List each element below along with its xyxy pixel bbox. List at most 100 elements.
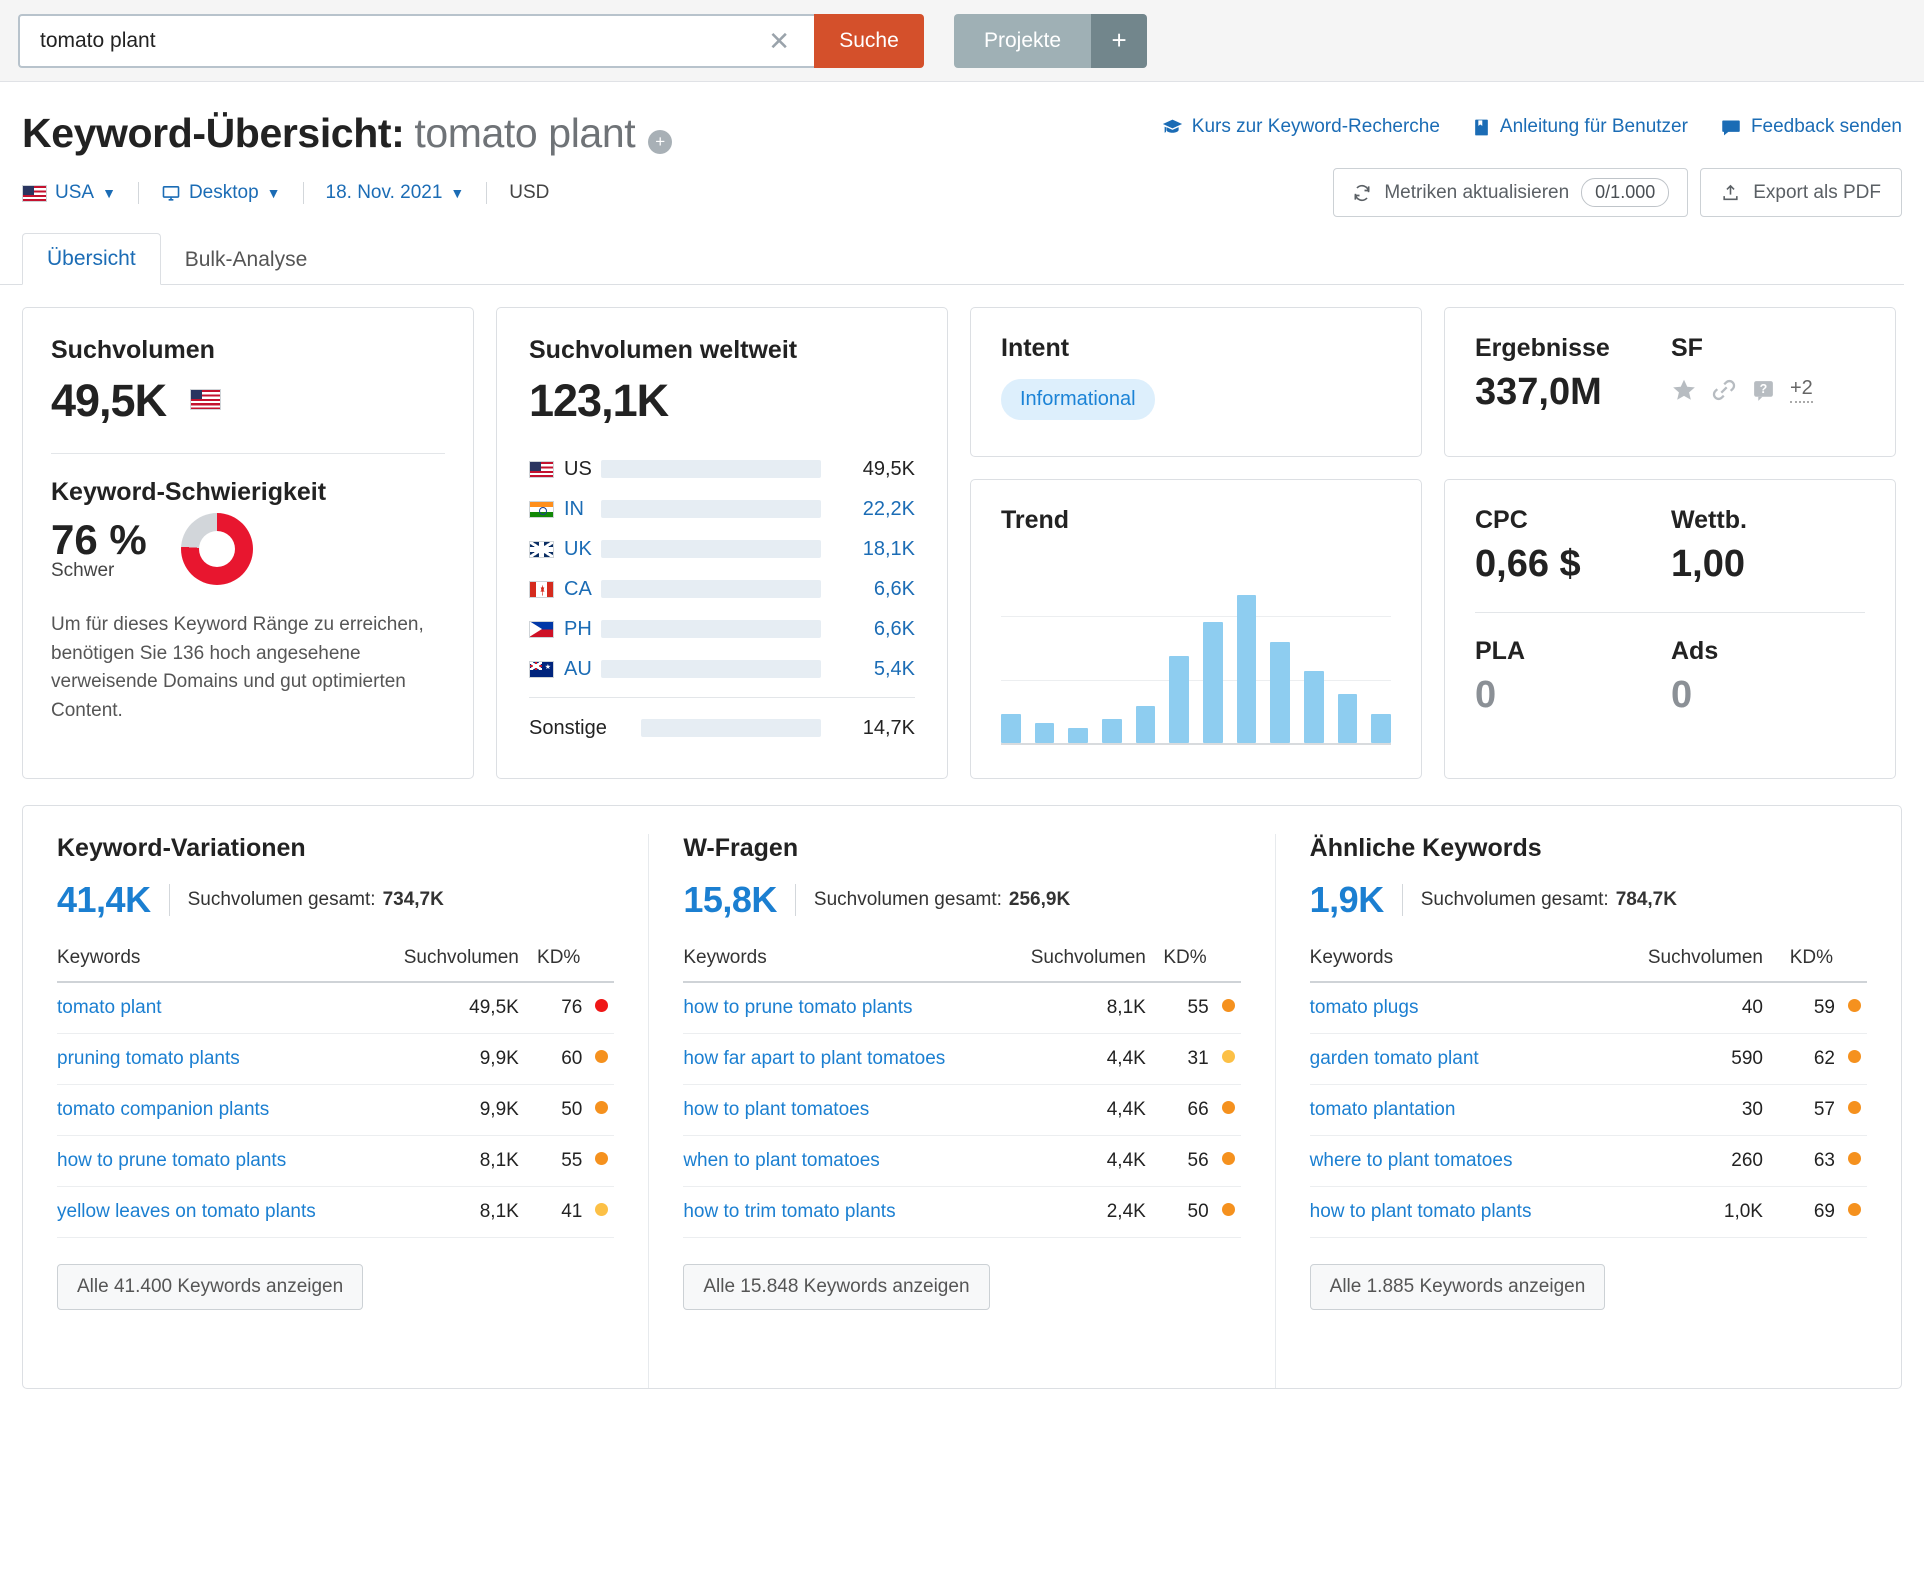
- keyword-link[interactable]: how to trim tomato plants: [683, 1201, 895, 1222]
- device-selector[interactable]: Desktop ▼: [161, 182, 303, 204]
- intent-badge[interactable]: Informational: [1001, 379, 1155, 420]
- column-header-keywords[interactable]: Keywords: [683, 947, 1005, 983]
- worldwide-volume-card: Suchvolumen weltweit 123,1K US 49,5K IN …: [496, 307, 948, 779]
- close-icon[interactable]: ✕: [758, 28, 800, 54]
- volume-bar-track: [601, 540, 821, 558]
- column-header-kd[interactable]: KD%: [518, 947, 615, 983]
- keyword-cell[interactable]: tomato plantation: [1309, 1084, 1609, 1136]
- table-row[interactable]: where to plant tomatoes 260 63: [1309, 1135, 1867, 1187]
- keyword-link[interactable]: garden tomato plant: [1310, 1048, 1479, 1069]
- column-header-keywords[interactable]: Keywords: [1309, 947, 1609, 983]
- country-selector[interactable]: USA ▼: [22, 182, 138, 204]
- keyword-cell[interactable]: tomato companion plants: [57, 1084, 377, 1136]
- keyword-difficulty-row: 76 % Schwer: [51, 513, 445, 585]
- keyword-link[interactable]: where to plant tomatoes: [1310, 1150, 1513, 1171]
- table-row[interactable]: how far apart to plant tomatoes 4,4K 31: [683, 1033, 1241, 1085]
- search-input[interactable]: [40, 28, 759, 53]
- refresh-metrics-button[interactable]: Metriken aktualisieren 0/1.000: [1333, 168, 1689, 217]
- keyword-cell[interactable]: how to plant tomato plants: [1309, 1186, 1609, 1238]
- table-row[interactable]: yellow leaves on tomato plants 8,1K 41: [57, 1186, 615, 1238]
- table-row[interactable]: how to prune tomato plants 8,1K 55: [683, 982, 1241, 1034]
- country-volume-row[interactable]: UK 18,1K: [529, 529, 915, 569]
- similar-keywords-table: Keywords Suchvolumen KD% tomato plugs 40…: [1309, 947, 1867, 1238]
- add-keyword-icon[interactable]: +: [648, 130, 673, 154]
- flag-us-icon: [189, 389, 221, 410]
- help-link-feedback[interactable]: Feedback senden: [1720, 116, 1902, 138]
- keyword-cell[interactable]: how to trim tomato plants: [683, 1186, 1005, 1238]
- column-header-volume[interactable]: Suchvolumen: [1608, 947, 1763, 983]
- column-header-volume[interactable]: Suchvolumen: [1004, 947, 1146, 983]
- date-selector[interactable]: 18. Nov. 2021 ▼: [326, 182, 487, 204]
- keyword-link[interactable]: how to prune tomato plants: [57, 1150, 286, 1171]
- table-row[interactable]: garden tomato plant 590 62: [1309, 1033, 1867, 1085]
- keyword-cell[interactable]: tomato plant: [57, 982, 377, 1034]
- table-header-row: Keywords Suchvolumen KD%: [683, 947, 1241, 983]
- tab-bulk-analyse[interactable]: Bulk-Analyse: [161, 235, 332, 285]
- keyword-cell[interactable]: where to plant tomatoes: [1309, 1135, 1609, 1187]
- keyword-link[interactable]: how to prune tomato plants: [683, 997, 912, 1018]
- book-icon: [1472, 117, 1491, 138]
- keyword-cell[interactable]: when to plant tomatoes: [683, 1135, 1005, 1187]
- country-volume-row[interactable]: AU 5,4K: [529, 649, 915, 689]
- table-row[interactable]: how to trim tomato plants 2,4K 50: [683, 1186, 1241, 1238]
- keyword-link[interactable]: how far apart to plant tomatoes: [683, 1048, 945, 1069]
- country-volume-row[interactable]: IN 22,2K: [529, 489, 915, 529]
- keyword-cell[interactable]: how far apart to plant tomatoes: [683, 1033, 1005, 1085]
- sf-more-button[interactable]: +2: [1790, 377, 1813, 403]
- similar-keywords-show-all-button[interactable]: Alle 1.885 Keywords anzeigen: [1309, 1264, 1606, 1310]
- keyword-link[interactable]: how to plant tomato plants: [1310, 1201, 1532, 1222]
- keyword-cell[interactable]: how to prune tomato plants: [683, 982, 1005, 1034]
- table-row[interactable]: pruning tomato plants 9,9K 60: [57, 1033, 615, 1085]
- keyword-link[interactable]: when to plant tomatoes: [683, 1150, 879, 1171]
- keyword-cell[interactable]: pruning tomato plants: [57, 1033, 377, 1085]
- link-icon[interactable]: [1711, 377, 1737, 403]
- keyword-link[interactable]: yellow leaves on tomato plants: [57, 1201, 316, 1222]
- projects-button[interactable]: Projekte: [954, 13, 1092, 68]
- keyword-variations-stats: 41,4K Suchvolumen gesamt: 734,7K: [57, 879, 614, 921]
- help-link-course[interactable]: Kurs zur Keyword-Recherche: [1162, 116, 1440, 138]
- table-row[interactable]: tomato plugs 40 59: [1309, 982, 1867, 1034]
- table-row[interactable]: how to prune tomato plants 8,1K 55: [57, 1135, 615, 1187]
- star-icon[interactable]: [1671, 377, 1697, 403]
- country-volume-row[interactable]: PH 6,6K: [529, 609, 915, 649]
- kd-status-dot: [595, 1152, 609, 1165]
- keyword-link[interactable]: tomato plant: [57, 997, 162, 1018]
- table-row[interactable]: tomato companion plants 9,9K 50: [57, 1084, 615, 1136]
- table-row[interactable]: tomato plantation 30 57: [1309, 1084, 1867, 1136]
- questions-show-all-button[interactable]: Alle 15.848 Keywords anzeigen: [683, 1264, 990, 1310]
- country-volume-value: 5,4K: [873, 657, 915, 680]
- country-volume-row[interactable]: US 49,5K: [529, 449, 915, 489]
- column-header-kd[interactable]: KD%: [1762, 947, 1867, 983]
- pla-label: PLA: [1475, 637, 1525, 665]
- table-row[interactable]: tomato plant 49,5K 76: [57, 982, 615, 1034]
- keyword-cell[interactable]: how to plant tomatoes: [683, 1084, 1005, 1136]
- keyword-cell[interactable]: how to prune tomato plants: [57, 1135, 377, 1187]
- table-row[interactable]: how to plant tomatoes 4,4K 66: [683, 1084, 1241, 1136]
- keyword-link[interactable]: how to plant tomatoes: [683, 1099, 869, 1120]
- keyword-link[interactable]: pruning tomato plants: [57, 1048, 240, 1069]
- keyword-variations-show-all-button[interactable]: Alle 41.400 Keywords anzeigen: [57, 1264, 364, 1310]
- table-row[interactable]: when to plant tomatoes 4,4K 56: [683, 1135, 1241, 1187]
- kd-cell: 41: [518, 1186, 615, 1238]
- question-bubble-icon[interactable]: ?: [1751, 378, 1776, 403]
- column-header-volume[interactable]: Suchvolumen: [376, 947, 519, 983]
- keyword-cell[interactable]: tomato plugs: [1309, 982, 1609, 1034]
- keyword-link[interactable]: tomato plantation: [1310, 1099, 1456, 1120]
- trend-bar: [1371, 714, 1392, 743]
- help-link-manual[interactable]: Anleitung für Benutzer: [1472, 116, 1688, 138]
- column-header-kd[interactable]: KD%: [1145, 947, 1241, 983]
- keyword-cell[interactable]: yellow leaves on tomato plants: [57, 1186, 377, 1238]
- keyword-link[interactable]: tomato plugs: [1310, 997, 1419, 1018]
- table-row[interactable]: how to plant tomato plants 1,0K 69: [1309, 1186, 1867, 1238]
- chevron-down-icon: ▼: [450, 185, 465, 201]
- keyword-link[interactable]: tomato companion plants: [57, 1099, 269, 1120]
- export-pdf-button[interactable]: Export als PDF: [1700, 168, 1902, 217]
- country-volume-row[interactable]: CA 6,6K: [529, 569, 915, 609]
- add-project-button[interactable]: +: [1091, 13, 1148, 68]
- keyword-cell[interactable]: garden tomato plant: [1309, 1033, 1609, 1085]
- column-header-keywords[interactable]: Keywords: [57, 947, 377, 983]
- search-button[interactable]: Suche: [814, 13, 924, 68]
- country-code: PH: [529, 618, 601, 641]
- tab-uebersicht[interactable]: Übersicht: [22, 233, 161, 285]
- kd-cell: 56: [1145, 1135, 1241, 1187]
